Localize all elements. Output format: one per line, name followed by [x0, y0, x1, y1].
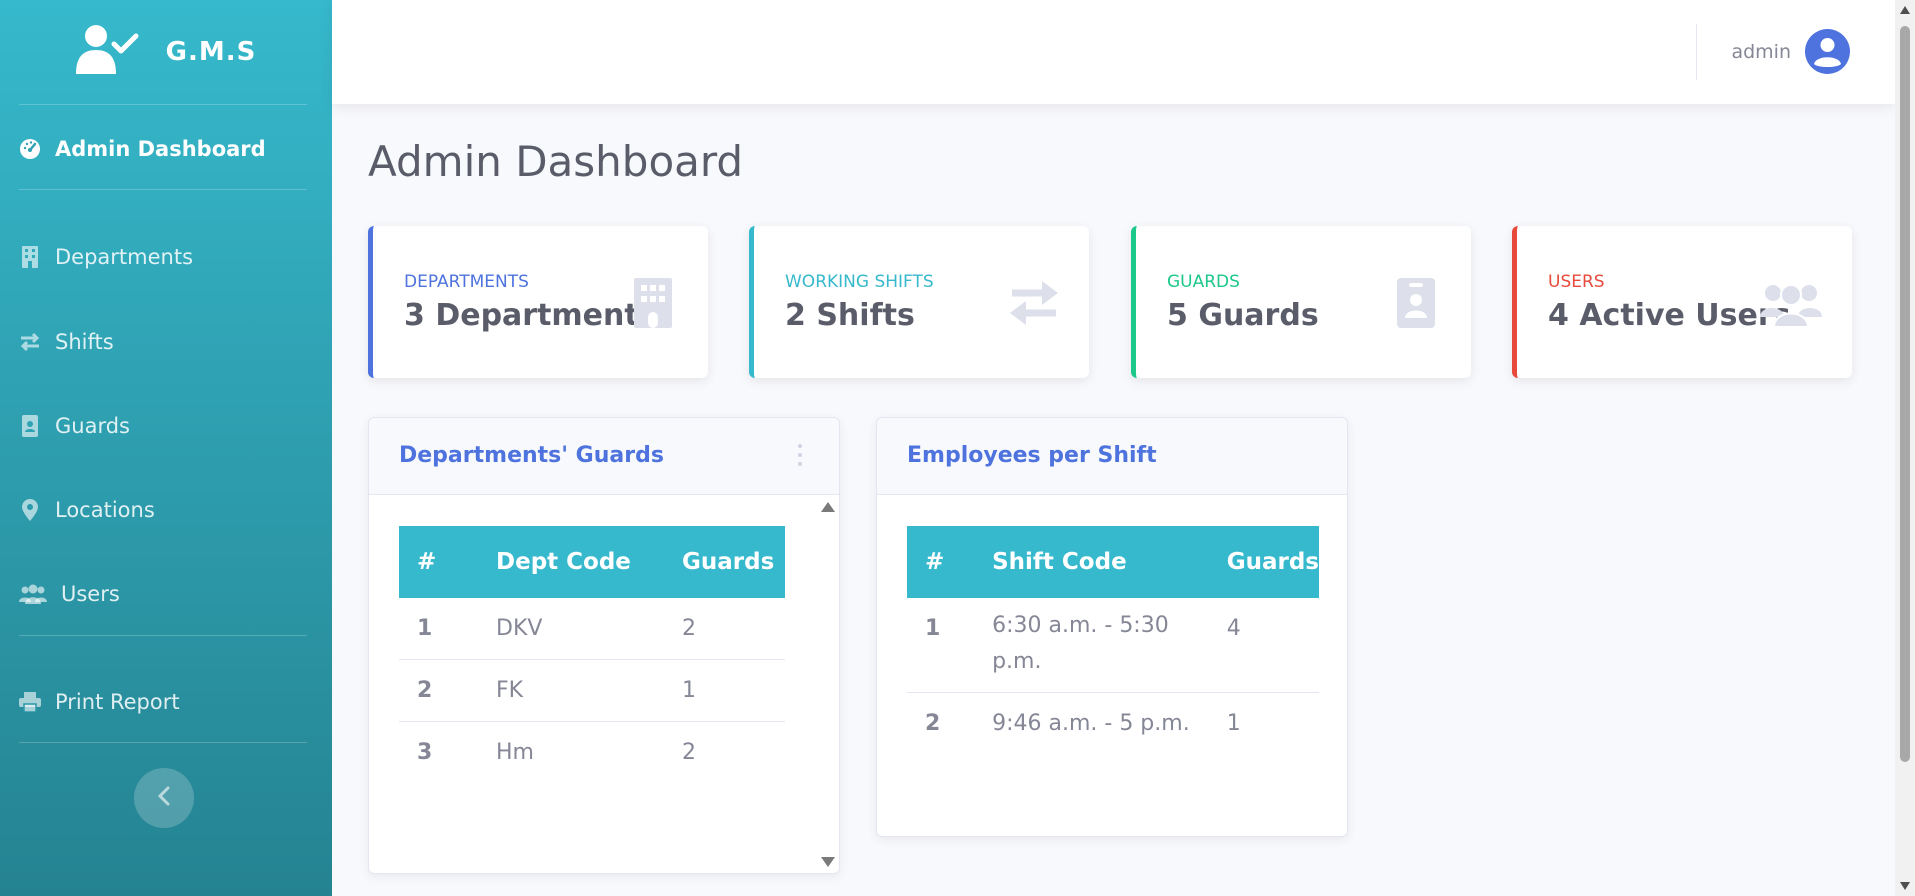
- page-title: Admin Dashboard: [368, 137, 744, 186]
- guard-count: 2: [682, 740, 696, 765]
- row-index: 1: [399, 598, 478, 660]
- stat-card-working-shifts: Working Shifts 2 Shifts: [749, 226, 1089, 378]
- row-index: 2: [925, 711, 941, 736]
- sidebar-item-label: Admin Dashboard: [55, 137, 266, 161]
- panel-title: Employees per Shift: [907, 443, 1157, 468]
- stat-card-departments: Departments 3 Departments: [368, 226, 708, 378]
- page-scrollbar[interactable]: [1895, 0, 1915, 896]
- row-index: 2: [399, 659, 478, 722]
- stat-value: 4 Active Users: [1548, 298, 1791, 333]
- table-row: 1 6:30 a.m. - 5:30 p.m. 4: [907, 598, 1319, 693]
- stat-card-guards: Guards 5 Guards: [1131, 226, 1471, 378]
- panel-title: Departments' Guards: [399, 443, 664, 468]
- employees-per-shift-panel: Employees per Shift # Shift Code Guards …: [876, 417, 1348, 837]
- chevron-left-icon: [157, 785, 171, 811]
- sidebar-item-label: Locations: [55, 498, 155, 522]
- row-index: 1: [907, 598, 975, 693]
- sidebar-item-guards[interactable]: Guards: [19, 414, 130, 438]
- sidebar: G.M.S Admin Dashboard Departments Shifts…: [0, 0, 332, 896]
- row-index: 3: [417, 740, 433, 765]
- table-row: 3 Hm 2: [399, 722, 785, 784]
- stat-label: Guards: [1167, 272, 1240, 292]
- sidebar-item-users[interactable]: Users: [19, 582, 120, 606]
- user-avatar-icon: [1805, 29, 1850, 74]
- table-row: 1 DKV 2: [399, 598, 785, 660]
- topbar-divider: [1696, 24, 1697, 80]
- shift-code: 6:30 a.m. - 5:30 p.m.: [974, 598, 1209, 693]
- table-row: 2 FK 1: [399, 659, 785, 722]
- sidebar-item-admin-dashboard[interactable]: Admin Dashboard: [19, 137, 266, 161]
- exchange-icon: [1007, 276, 1061, 330]
- brand-name: G.M.S: [165, 37, 257, 67]
- scroll-down-arrow[interactable]: [1900, 882, 1910, 890]
- map-marker-icon: [19, 499, 41, 521]
- guard-count: 4: [1208, 598, 1319, 693]
- column-header: Dept Code: [478, 526, 664, 598]
- exchange-icon: [19, 331, 41, 353]
- sidebar-item-label: Departments: [55, 245, 194, 269]
- shift-code: 9:46 a.m. - 5 p.m.: [992, 711, 1190, 736]
- stat-card-users: Users 4 Active Users: [1512, 226, 1852, 378]
- user-name: admin: [1731, 40, 1791, 63]
- sidebar-item-label: Users: [61, 582, 120, 606]
- print-icon: [19, 691, 41, 713]
- sidebar-item-print-report[interactable]: Print Report: [19, 690, 180, 714]
- sidebar-item-label: Print Report: [55, 690, 180, 714]
- stat-value: 5 Guards: [1167, 298, 1319, 333]
- more-options-icon[interactable]: [797, 444, 803, 466]
- guard-count: 1: [664, 659, 785, 722]
- sidebar-item-label: Shifts: [55, 330, 114, 354]
- departments-guards-table: # Dept Code Guards 1 DKV 2 2 FK 1 3 Hm 2: [399, 526, 785, 783]
- column-header: Shift Code: [974, 526, 1209, 598]
- employees-per-shift-table: # Shift Code Guards 1 6:30 a.m. - 5:30 p…: [907, 526, 1319, 754]
- building-icon: [626, 276, 680, 330]
- dept-code: FK: [478, 659, 664, 722]
- guard-count: 1: [1226, 711, 1241, 736]
- topbar: admin: [332, 0, 1895, 104]
- stat-value: 2 Shifts: [785, 298, 915, 333]
- sidebar-toggle-button[interactable]: [134, 768, 194, 828]
- scroll-up-arrow[interactable]: [1900, 6, 1910, 14]
- table-row: 2 9:46 a.m. - 5 p.m. 1: [907, 693, 1319, 755]
- id-card-icon: [19, 415, 41, 437]
- sidebar-item-locations[interactable]: Locations: [19, 498, 155, 522]
- tachometer-icon: [19, 138, 41, 160]
- stat-value: 3 Departments: [404, 298, 657, 333]
- sidebar-divider: [19, 189, 307, 190]
- user-menu[interactable]: admin: [1731, 29, 1850, 74]
- sidebar-divider: [19, 742, 307, 743]
- departments-guards-panel: Departments' Guards # Dept Code Guards 1…: [368, 417, 840, 874]
- column-header: #: [399, 526, 478, 598]
- brand-link[interactable]: G.M.S: [0, 0, 332, 104]
- stat-label: Departments: [404, 272, 529, 292]
- scroll-up-arrow[interactable]: [821, 502, 835, 512]
- users-icon: [19, 583, 47, 605]
- building-icon: [19, 246, 41, 268]
- sidebar-item-label: Guards: [55, 414, 130, 438]
- stat-label: Users: [1548, 272, 1605, 292]
- column-header: Guards: [1208, 526, 1319, 598]
- sidebar-divider: [19, 104, 307, 105]
- user-check-icon: [75, 24, 140, 80]
- stat-label: Working Shifts: [785, 272, 934, 292]
- sidebar-item-shifts[interactable]: Shifts: [19, 330, 114, 354]
- panel-header: Employees per Shift: [877, 418, 1347, 495]
- panel-header: Departments' Guards: [369, 418, 839, 495]
- column-header: #: [907, 526, 975, 598]
- guard-count: 2: [664, 598, 785, 660]
- dept-code: DKV: [478, 598, 664, 660]
- scrollbar-thumb[interactable]: [1900, 26, 1910, 762]
- sidebar-item-departments[interactable]: Departments: [19, 245, 193, 269]
- sidebar-divider: [19, 635, 307, 636]
- scroll-down-arrow[interactable]: [821, 857, 835, 867]
- column-header: Guards: [664, 526, 785, 598]
- dept-code: Hm: [496, 740, 534, 765]
- id-card-icon: [1389, 276, 1443, 330]
- users-icon: [1760, 276, 1822, 330]
